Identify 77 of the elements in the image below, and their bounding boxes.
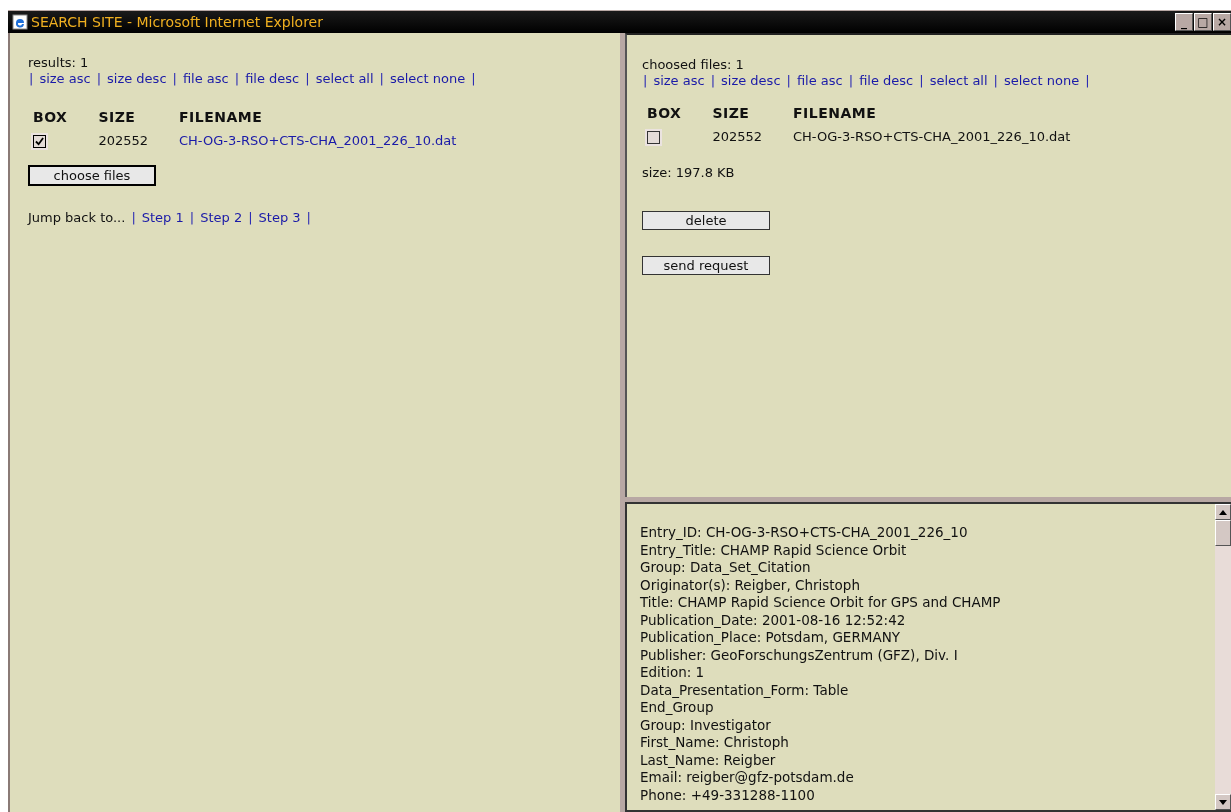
column-header: SIZE [97, 109, 137, 127]
metadata-line: Phone: +49-331288-1100 [640, 786, 816, 804]
separator: | [992, 73, 999, 89]
filename-link[interactable]: CH-OG-3-RSO+CTS-CHA_2001_226_10.dat [179, 133, 457, 148]
separator: | [28, 71, 35, 87]
separator: | [304, 71, 311, 87]
column-header: FILENAME [792, 105, 878, 123]
metadata-line: Originator(s): Reigber, Christoph [640, 576, 861, 594]
separator: | [171, 71, 178, 87]
step-link[interactable]: Step 1 [141, 210, 184, 226]
metadata-line: Group: Data_Set_Citation [640, 559, 812, 577]
sort-link[interactable]: file asc [182, 71, 229, 87]
separator: | [378, 71, 385, 87]
separator: | [642, 73, 649, 89]
checkbox[interactable] [33, 135, 46, 148]
metadata-line: Edition: 1 [640, 664, 706, 682]
column-header: FILENAME [178, 109, 264, 127]
column-header: BOX [646, 105, 683, 123]
sort-link[interactable]: file desc [245, 71, 300, 87]
metadata-line: Title: CHAMP Rapid Science Orbit for GPS and CHAMP [640, 594, 1002, 612]
separator: | [233, 71, 241, 87]
sort-link[interactable]: select all [315, 71, 374, 87]
metadata-line: Entry_ID: CH-OG-3-RSO+CTS-CHA_2001_226_10 [640, 524, 969, 542]
separator: | [470, 71, 477, 87]
sort-link[interactable]: select none [390, 71, 466, 87]
sort-link[interactable]: file asc [796, 73, 843, 89]
sort-link[interactable]: size asc [39, 71, 91, 87]
step-link[interactable]: Step 3 [258, 210, 301, 226]
sort-link[interactable]: size desc [721, 73, 781, 89]
scroll-thumb[interactable] [1215, 520, 1231, 546]
window-title: SEARCH SITE - Microsoft Internet Explorer [31, 14, 324, 30]
metadata-line: Publication_Date: 2001-08-16 12:52:42 [640, 611, 907, 629]
separator: | [785, 73, 792, 89]
file-size: 202552 [712, 129, 762, 144]
choose-files-button[interactable]: choose files [28, 165, 156, 186]
window-control-button[interactable]: □ [1194, 13, 1212, 31]
scroll-down-icon[interactable] [1219, 799, 1227, 805]
metadata-line: End_Group [640, 699, 715, 717]
separator: | [95, 71, 102, 87]
metadata-line: Publication_Place: Potsdam, GERMANY [640, 629, 901, 647]
metadata-line: Group: Investigator [640, 716, 772, 734]
step-link[interactable]: Step 2 [200, 210, 243, 226]
metadata-line: Email: reigber@gfz-potsdam.de [640, 769, 855, 787]
separator: | [130, 210, 137, 226]
sort-link[interactable]: select all [929, 73, 988, 89]
metadata-line: Data_Presentation_Form: Table [640, 681, 850, 699]
total-size: size: 197.8 KB [642, 165, 736, 181]
separator: | [247, 210, 254, 226]
sort-link[interactable]: size asc [653, 73, 705, 89]
sort-link[interactable]: select none [1004, 73, 1080, 89]
separator: | [188, 210, 196, 226]
column-header: BOX [32, 109, 69, 127]
separator: | [709, 73, 716, 89]
jump-label: Jump back to... [28, 210, 126, 226]
metadata-line: Last_Name: Reigber [640, 751, 777, 769]
file-size: 202552 [98, 133, 148, 148]
action-button[interactable]: send request [642, 256, 770, 275]
separator: | [918, 73, 925, 89]
scrollbar[interactable] [1215, 504, 1231, 810]
window-control-button[interactable]: _ [1175, 13, 1193, 31]
separator: | [305, 210, 312, 226]
sort-link[interactable]: file desc [859, 73, 914, 89]
filename: CH-OG-3-RSO+CTS-CHA_2001_226_10.dat [793, 129, 1071, 144]
checkbox[interactable] [647, 131, 660, 144]
separator: | [847, 73, 855, 89]
browser-icon [12, 14, 28, 30]
metadata-line: First_Name: Christoph [640, 734, 790, 752]
chosen-files-count: choosed files: 1 [642, 57, 745, 73]
window-control-button[interactable]: × [1213, 13, 1231, 31]
action-button[interactable]: delete [642, 211, 770, 230]
results-count: results: 1 [28, 55, 90, 71]
metadata-line: Entry_Title: CHAMP Rapid Science Orbit [640, 541, 908, 559]
sort-link[interactable]: size desc [107, 71, 167, 87]
metadata-line: Publisher: GeoForschungsZentrum (GFZ), Div. I [640, 646, 959, 664]
separator: | [1084, 73, 1091, 89]
column-header: SIZE [711, 105, 751, 123]
scroll-up-icon[interactable] [1219, 509, 1227, 515]
